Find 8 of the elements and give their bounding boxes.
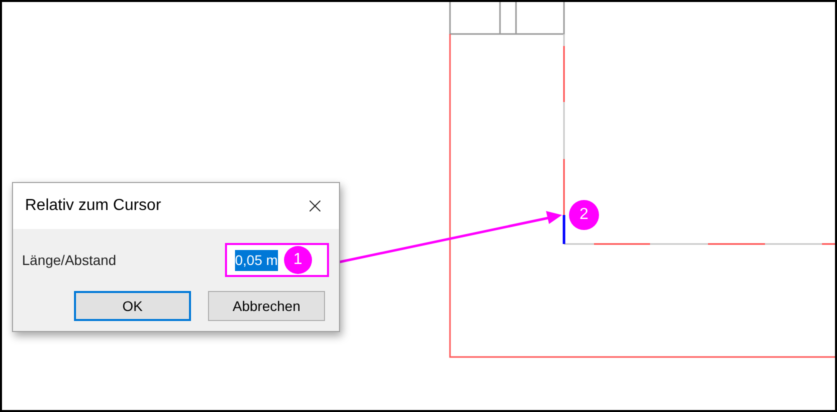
input-value: 0,05 m bbox=[235, 250, 278, 270]
dialog-title: Relativ zum Cursor bbox=[25, 196, 162, 216]
callout-marker: 1 bbox=[284, 246, 312, 274]
dialog-button[interactable]: Abbrechen bbox=[208, 291, 325, 321]
field-label: Länge/Abstand bbox=[22, 250, 116, 270]
dialog-button[interactable]: OK bbox=[74, 291, 191, 321]
length-input[interactable]: 0,05 m 1 bbox=[225, 243, 329, 277]
callout-marker: 2 bbox=[569, 200, 599, 230]
